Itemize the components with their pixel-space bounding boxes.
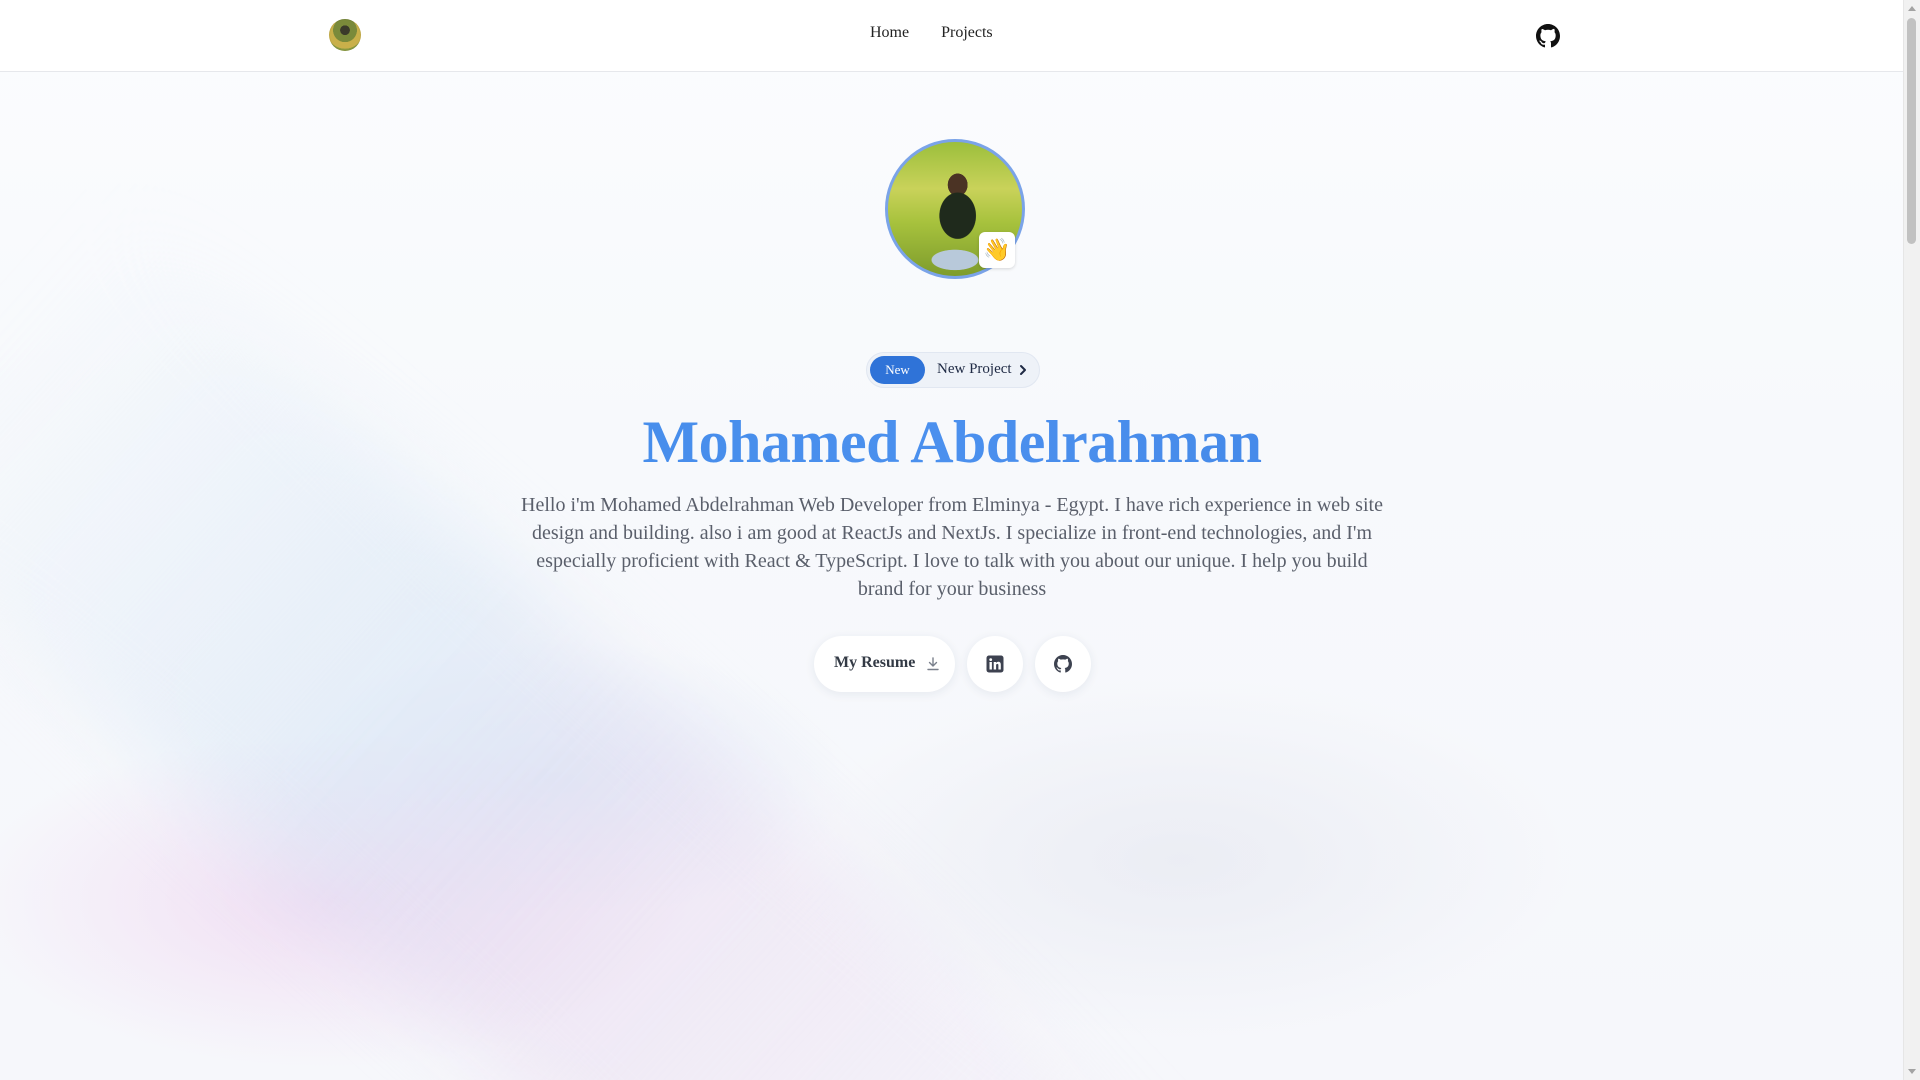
vertical-scrollbar[interactable]	[1903, 0, 1920, 1080]
github-icon	[1054, 655, 1072, 673]
wave-emoji-badge: 👋	[979, 232, 1015, 268]
hero-bio: Hello i'm Mohamed Abdelrahman Web Develo…	[521, 494, 1383, 600]
main-nav: Home Projects	[870, 24, 993, 42]
github-icon[interactable]	[1536, 24, 1560, 48]
scroll-down-arrow-icon[interactable]	[1908, 1069, 1916, 1074]
announcement-label: New Project	[937, 361, 1012, 377]
new-badge: New	[870, 356, 925, 384]
avatar-logo[interactable]	[329, 19, 361, 51]
site-header: Home Projects	[0, 0, 1904, 72]
chevron-right-icon	[1020, 365, 1026, 375]
new-project-announcement[interactable]: New New Project	[866, 352, 1040, 388]
download-icon	[927, 657, 939, 671]
resume-label: My Resume	[834, 654, 916, 671]
linkedin-button[interactable]	[967, 636, 1023, 692]
scroll-up-arrow-icon[interactable]	[1908, 6, 1916, 11]
nav-home-link[interactable]: Home	[870, 24, 909, 42]
resume-download-button[interactable]: My Resume	[814, 636, 955, 692]
github-button[interactable]	[1035, 636, 1091, 692]
hero-name: Mohamed Abdelrahman	[0, 408, 1904, 477]
scroll-thumb[interactable]	[1907, 18, 1916, 244]
page: Home Projects 👋 New New Project Mohamed …	[0, 0, 1920, 1080]
linkedin-icon	[986, 655, 1004, 673]
nav-projects-link[interactable]: Projects	[941, 24, 993, 42]
